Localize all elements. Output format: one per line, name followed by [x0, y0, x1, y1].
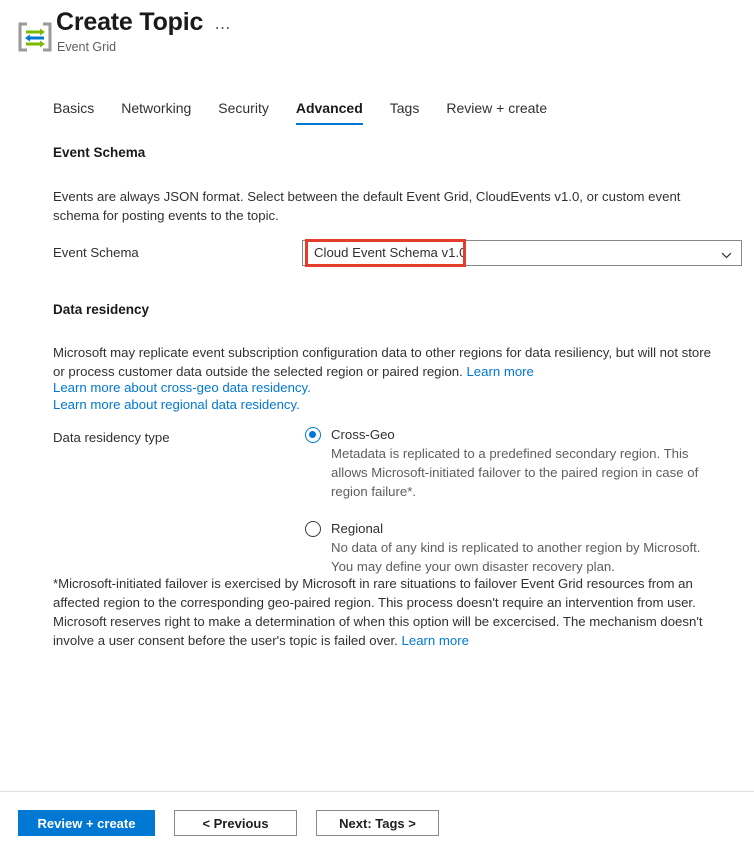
failover-footnote-text: *Microsoft-initiated failover is exercis… [53, 576, 703, 648]
radio-button-cross-geo[interactable] [305, 427, 321, 443]
tab-security[interactable]: Security [218, 100, 269, 125]
next-tags-button[interactable]: Next: Tags > [316, 810, 439, 836]
chevron-down-icon [721, 248, 732, 259]
tab-basics[interactable]: Basics [53, 100, 94, 125]
link-cross-geo-data-residency[interactable]: Learn more about cross-geo data residenc… [53, 380, 311, 395]
radio-description-cross-geo: Metadata is replicated to a predefined s… [331, 446, 699, 499]
data-residency-type-label: Data residency type [53, 430, 170, 445]
tab-review-create[interactable]: Review + create [446, 100, 547, 125]
failover-footnote-learn-more-link[interactable]: Learn more [402, 633, 469, 648]
more-options-button[interactable]: ⋯ [210, 17, 236, 41]
event-schema-heading: Event Schema [53, 145, 146, 160]
tab-tags[interactable]: Tags [390, 100, 420, 125]
tab-networking[interactable]: Networking [121, 100, 191, 125]
radio-option-regional[interactable]: Regional No data of any kind is replicat… [305, 519, 725, 576]
radio-option-cross-geo[interactable]: Cross-Geo Metadata is replicated to a pr… [305, 425, 725, 501]
event-schema-field-label: Event Schema [53, 245, 139, 260]
data-residency-heading: Data residency [53, 302, 150, 317]
tab-advanced[interactable]: Advanced [295, 100, 363, 125]
link-regional-data-residency[interactable]: Learn more about regional data residency… [53, 397, 300, 412]
failover-footnote: *Microsoft-initiated failover is exercis… [53, 574, 723, 650]
event-grid-icon [16, 18, 54, 56]
footer-divider [0, 791, 754, 792]
radio-button-regional[interactable] [305, 521, 321, 537]
data-residency-learn-more-link[interactable]: Learn more [466, 364, 533, 379]
radio-description-regional: No data of any kind is replicated to ano… [331, 540, 701, 574]
review-create-button[interactable]: Review + create [18, 810, 155, 836]
wizard-footer: Review + create < Previous Next: Tags > [18, 810, 439, 836]
event-schema-selected-value: Cloud Event Schema v1.0 [314, 245, 467, 260]
page-header: Create Topic ⋯ Event Grid [0, 0, 754, 86]
event-schema-description: Events are always JSON format. Select be… [53, 189, 681, 223]
data-residency-description: Microsoft may replicate event subscripti… [53, 343, 725, 381]
data-residency-type-radio-group: Cross-Geo Metadata is replicated to a pr… [305, 425, 725, 576]
wizard-tabs: Basics Networking Security Advanced Tags… [53, 100, 547, 125]
previous-button[interactable]: < Previous [174, 810, 297, 836]
radio-label-cross-geo[interactable]: Cross-Geo [331, 425, 725, 444]
page-subtitle: Event Grid [57, 40, 117, 54]
regional-link-line: Learn more about regional data residency… [53, 395, 300, 414]
page-title: Create Topic [56, 8, 204, 36]
data-residency-description-text: Microsoft may replicate event subscripti… [53, 345, 711, 379]
radio-label-regional[interactable]: Regional [331, 519, 725, 538]
event-schema-dropdown[interactable]: Cloud Event Schema v1.0 [302, 240, 742, 266]
